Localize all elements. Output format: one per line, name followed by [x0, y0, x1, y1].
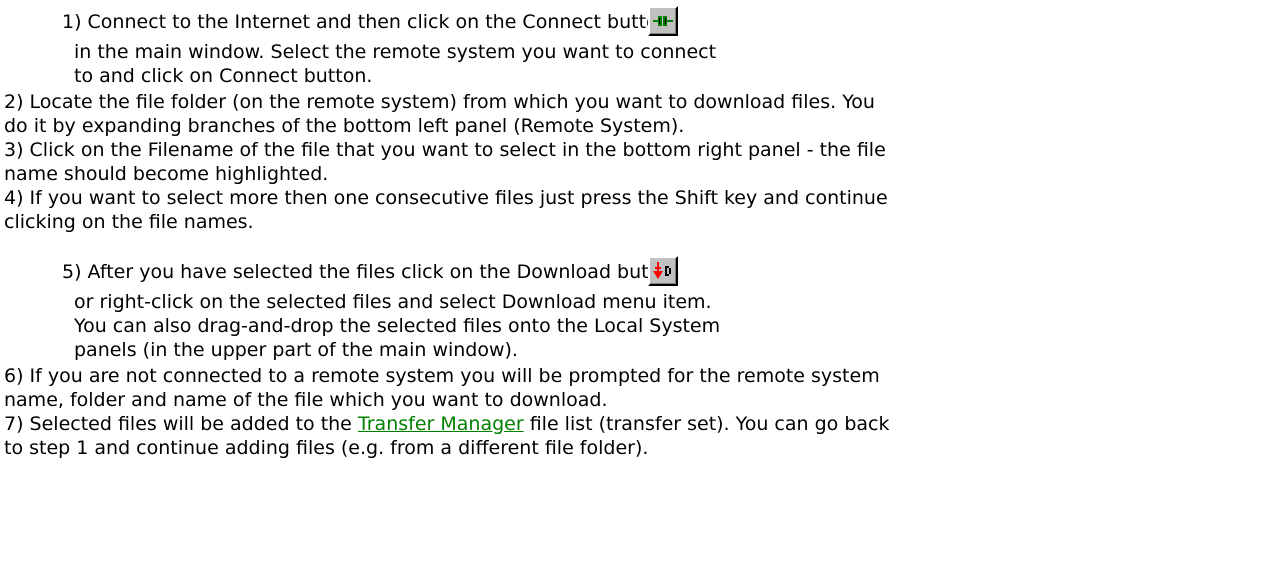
download-button-icon: [648, 256, 678, 286]
step-5-line-2: or right-click on the selected files and…: [74, 291, 712, 313]
transfer-manager-link[interactable]: Transfer Manager: [358, 413, 524, 435]
step-1-line-1: 1) Connect to the Internet and then clic…: [62, 11, 670, 33]
step-3-line-2: name should become highlighted.: [4, 163, 329, 185]
step-7-text-before: 7) Selected files will be added to the: [4, 413, 358, 435]
step-3-line-1: 3) Click on the Filename of the file tha…: [4, 139, 886, 161]
step-4-line-2: clicking on the file names.: [4, 211, 254, 233]
step-5-line-1: 5) After you have selected the files cli…: [62, 261, 680, 283]
help-page: 1) Connect to the Internet and then clic…: [0, 0, 1266, 584]
step-5-line-3: You can also drag-and-drop the selected …: [74, 315, 721, 337]
step-1-line-2: in the main window. Select the remote sy…: [74, 41, 717, 63]
connect-button-icon: [648, 6, 678, 36]
step-2-line-1: 2) Locate the file folder (on the remote…: [4, 91, 875, 113]
step-5-line-4: panels (in the upper part of the main wi…: [74, 339, 518, 361]
step-4-line-1: 4) If you want to select more then one c…: [4, 187, 888, 209]
step-7-line-1: 7) Selected files will be added to the T…: [4, 412, 889, 436]
step-2-line-2: do it by expanding branches of the botto…: [4, 115, 685, 137]
step-6-line-1: 6) If you are not connected to a remote …: [4, 365, 880, 387]
step-1-line-3: to and click on Connect button.: [74, 65, 373, 87]
step-7-text-after: file list (transfer set). You can go bac…: [523, 413, 890, 435]
step-7-line-2: to step 1 and continue adding files (e.g…: [4, 437, 649, 459]
step-6-line-2: name, folder and name of the file which …: [4, 389, 608, 411]
